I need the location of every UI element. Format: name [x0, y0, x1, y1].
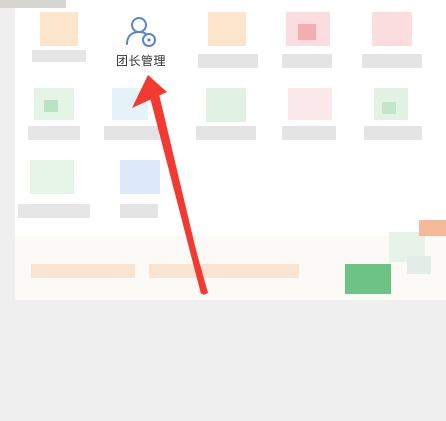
- blurred-bottom-bar: [15, 220, 446, 300]
- blurred-menu-item[interactable]: [196, 84, 256, 152]
- team-manage-label: 团长管理: [115, 54, 166, 68]
- blurred-menu-item[interactable]: [116, 158, 176, 226]
- blurred-menu-item[interactable]: [282, 84, 342, 152]
- blurred-menu-item[interactable]: [28, 84, 88, 152]
- blurred-menu-item[interactable]: [282, 8, 342, 76]
- blurred-menu-item[interactable]: [18, 158, 90, 226]
- team-manage-button[interactable]: 团长管理: [101, 6, 181, 78]
- blurred-menu-item[interactable]: [198, 8, 258, 76]
- app-screen: 团长管理: [0, 0, 446, 421]
- blurred-action-button[interactable]: [345, 264, 391, 294]
- user-settings-icon: [126, 17, 156, 47]
- blurred-menu-item[interactable]: [104, 84, 164, 152]
- blurred-menu-item[interactable]: [362, 8, 422, 76]
- blurred-menu-item[interactable]: [28, 8, 88, 76]
- blurred-topbar: [0, 0, 66, 8]
- blurred-menu-item[interactable]: [364, 84, 424, 152]
